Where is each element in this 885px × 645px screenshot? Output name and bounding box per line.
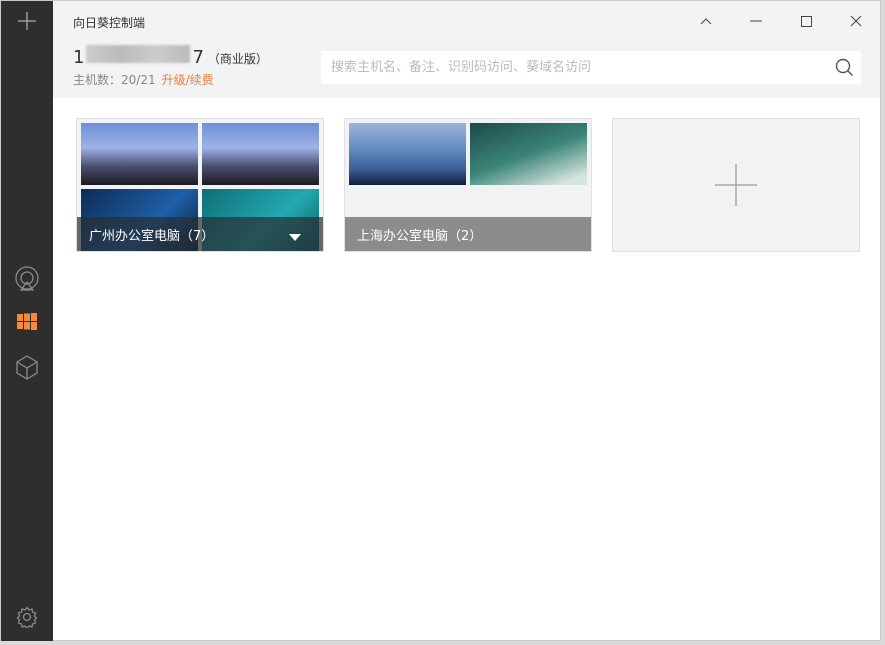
search-input[interactable]	[321, 51, 861, 84]
minimize-button[interactable]	[741, 7, 771, 35]
group-card-shanghai[interactable]: 上海办公室电脑（2）	[344, 118, 592, 252]
host-list-icon[interactable]	[13, 308, 41, 336]
app-window: 向日葵控制端 1 7（商业版） 主机数：20/21 升级/续费 广州办公室电脑（7）…	[0, 0, 881, 641]
edition-label: （商业版）	[207, 52, 268, 66]
plus-icon	[715, 164, 757, 206]
maximize-button[interactable]	[791, 7, 821, 35]
group-name: 上海办公室电脑（2）	[357, 229, 483, 244]
account-id: 1 7 （商业版）	[73, 45, 268, 68]
search-box	[321, 51, 861, 84]
group-label: 上海办公室电脑（2）	[345, 217, 591, 251]
account-id-start: 1	[73, 47, 85, 68]
sidebar	[1, 1, 53, 641]
app-title: 向日葵控制端	[73, 16, 146, 30]
cube-icon[interactable]	[13, 353, 41, 381]
screen-thumbnail	[81, 123, 198, 185]
screen-thumbnail	[470, 123, 587, 185]
upgrade-link[interactable]: 升级/续费	[162, 73, 214, 87]
group-card-guangzhou[interactable]: 广州办公室电脑（7）	[76, 118, 324, 252]
header: 向日葵控制端 1 7 （商业版） 主机数：20/21 升级/续费	[53, 1, 880, 98]
screen-thumbnail	[202, 123, 319, 185]
screen-thumbnail	[349, 123, 466, 185]
settings-gear-icon[interactable]	[13, 603, 41, 631]
redacted-id	[86, 45, 191, 63]
host-count: 主机数：20/21	[73, 73, 156, 87]
dropdown-arrow-icon[interactable]	[289, 230, 301, 245]
search-icon[interactable]	[835, 58, 853, 80]
close-button[interactable]	[841, 7, 871, 35]
add-icon[interactable]	[13, 7, 41, 35]
group-label: 广州办公室电脑（7）	[77, 217, 323, 251]
remote-desktop-icon[interactable]	[13, 265, 41, 293]
account-id-end: 7	[192, 47, 204, 68]
add-group-button[interactable]	[612, 118, 860, 252]
collapse-button[interactable]	[691, 7, 721, 35]
group-name: 广州办公室电脑（7）	[89, 229, 215, 244]
host-stats: 主机数：20/21 升级/续费	[73, 71, 214, 88]
